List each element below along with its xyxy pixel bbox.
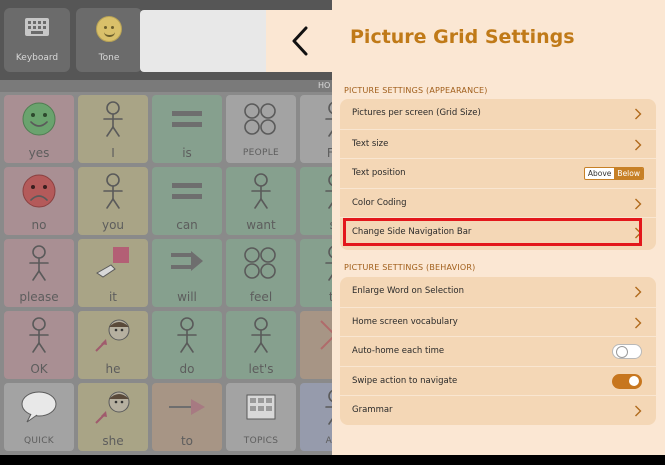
grid-cell-no[interactable]: no	[4, 167, 74, 235]
grid-cell-word: yes	[28, 146, 50, 160]
appearance-settings-group: Pictures per screen (Grid Size) Text size…	[340, 99, 656, 250]
grid-cell-word: st	[300, 218, 332, 232]
grid-cell-feel[interactable]: feel	[226, 239, 296, 307]
grid-cell-word: PEOPLE	[242, 148, 280, 158]
grid-cell-will[interactable]: will	[152, 239, 222, 307]
toggle-switch[interactable]	[612, 373, 642, 389]
setting-row-grammar[interactable]: Grammar	[340, 395, 656, 424]
grid-cell-word: she	[102, 434, 124, 448]
grid-cell-can[interactable]: can	[152, 167, 222, 235]
keyboard-label: Keyboard	[15, 53, 59, 63]
grid-cell-word: do	[179, 362, 195, 376]
behavior-section-heading: PICTURE SETTINGS (BEHAVIOR)	[344, 263, 476, 272]
setting-label: Text size	[352, 138, 389, 149]
chevron-right-icon	[635, 198, 642, 210]
behavior-settings-group: Enlarge Word on Selection Home screen voc…	[340, 277, 656, 425]
grid-cell-you[interactable]: you	[78, 167, 148, 235]
grid-cell-word: ACT	[325, 436, 332, 446]
grid-cell-word: to	[180, 434, 194, 448]
setting-row-enlarge-word-on-selection[interactable]: Enlarge Word on Selection	[340, 277, 656, 306]
keyboard-icon	[25, 18, 49, 36]
back-button-area	[266, 10, 332, 72]
grid-cell-n[interactable]: n	[300, 311, 332, 379]
chevron-right-icon	[635, 108, 642, 120]
grid-cell-word: will	[177, 290, 197, 304]
grid-cell-she[interactable]: she	[78, 383, 148, 451]
setting-row-pictures-per-screen-grid-size[interactable]: Pictures per screen (Grid Size)	[340, 99, 656, 128]
grid-cell-word: it	[108, 290, 118, 304]
setting-label: Grammar	[352, 405, 393, 416]
system-bottom-bar	[0, 455, 665, 465]
grid-cell-yes[interactable]: yes	[4, 95, 74, 163]
keyboard-button[interactable]: Keyboard	[4, 8, 70, 72]
grid-cell-he[interactable]: he	[78, 311, 148, 379]
segment-below[interactable]: Below	[614, 168, 643, 180]
grid-cell-word: I	[111, 146, 115, 160]
setting-label: Home screen vocabulary	[352, 316, 458, 327]
setting-label: Change Side Navigation Bar	[352, 227, 472, 238]
setting-row-home-screen-vocabulary[interactable]: Home screen vocabulary	[340, 306, 656, 336]
grid-cell-act[interactable]: ACT	[300, 383, 332, 451]
grid-cell-topics[interactable]: TOPICS	[226, 383, 296, 451]
grid-cell-ok[interactable]: OK	[4, 311, 74, 379]
setting-row-text-size[interactable]: Text size	[340, 128, 656, 158]
chevron-right-icon	[635, 227, 642, 239]
home-strip-label: HO	[318, 81, 331, 90]
grid-cell-quick[interactable]: QUICK	[4, 383, 74, 451]
chevron-right-icon	[635, 286, 642, 298]
home-strip[interactable]: HO	[0, 80, 332, 92]
grid-cell-fo[interactable]: FO	[300, 95, 332, 163]
toggle-switch[interactable]	[612, 344, 642, 360]
setting-row-color-coding[interactable]: Color Coding	[340, 187, 656, 217]
grid-cell-word: can	[176, 218, 198, 232]
tone-button[interactable]: Tone	[76, 8, 142, 72]
setting-label: Pictures per screen (Grid Size)	[352, 108, 481, 118]
grid-cell-people[interactable]: PEOPLE	[226, 95, 296, 163]
grid-cell-word: n	[300, 362, 332, 376]
grid-cell-th[interactable]: th	[300, 239, 332, 307]
grid-cell-please[interactable]: please	[4, 239, 74, 307]
setting-row-swipe-action-to-navigate[interactable]: Swipe action to navigate	[340, 365, 656, 395]
setting-label: Text position	[352, 168, 406, 179]
grid-cell-st[interactable]: st	[300, 167, 332, 235]
appearance-section-heading: PICTURE SETTINGS (APPEARANCE)	[344, 86, 488, 95]
grid-cell-want[interactable]: want	[226, 167, 296, 235]
back-chevron-icon[interactable]	[290, 24, 310, 58]
grid-cell-word: feel	[249, 290, 273, 304]
setting-row-auto-home-each-time[interactable]: Auto-home each time	[340, 336, 656, 365]
chevron-right-icon	[635, 405, 642, 417]
setting-label: Swipe action to navigate	[352, 375, 458, 386]
segment-above[interactable]: Above	[584, 168, 615, 180]
page-title: Picture Grid Settings	[350, 26, 575, 48]
setting-row-text-position[interactable]: Text position Above Below	[340, 158, 656, 187]
grid-cell-word: OK	[30, 362, 48, 376]
grid-cell-lets[interactable]: let's	[226, 311, 296, 379]
picture-grid-settings-panel: Picture Grid Settings PICTURE SETTINGS (…	[332, 0, 665, 455]
grid-cell-is[interactable]: is	[152, 95, 222, 163]
setting-label: Enlarge Word on Selection	[352, 286, 465, 296]
setting-label: Color Coding	[352, 197, 407, 208]
grid-cell-word: FO	[326, 146, 332, 160]
chevron-right-icon	[635, 317, 642, 329]
grid-cell-it[interactable]: it	[78, 239, 148, 307]
text-position-segmented-control: Above Below	[583, 167, 644, 181]
grid-cell-i[interactable]: I	[78, 95, 148, 163]
tone-label: Tone	[98, 53, 120, 63]
grid-cell-word: no	[31, 218, 47, 232]
grid-cell-word: TOPICS	[243, 436, 279, 446]
grid-cell-word: please	[19, 290, 59, 304]
grid-cell-do[interactable]: do	[152, 311, 222, 379]
grid-cell-word: you	[101, 218, 125, 232]
setting-label: Auto-home each time	[352, 346, 445, 357]
grid-cell-word: let's	[248, 362, 274, 376]
grid-cell-to[interactable]: to	[152, 383, 222, 451]
grid-cell-word: QUICK	[23, 436, 54, 446]
setting-row-change-side-navigation-bar[interactable]: Change Side Navigation Bar	[340, 217, 656, 246]
grid-cell-word: he	[105, 362, 121, 376]
grid-cell-word: th	[328, 290, 332, 304]
chevron-right-icon	[635, 139, 642, 151]
grid-cell-word: is	[182, 146, 192, 160]
smiley-icon	[96, 16, 122, 42]
grid-cell-word: want	[246, 218, 276, 232]
